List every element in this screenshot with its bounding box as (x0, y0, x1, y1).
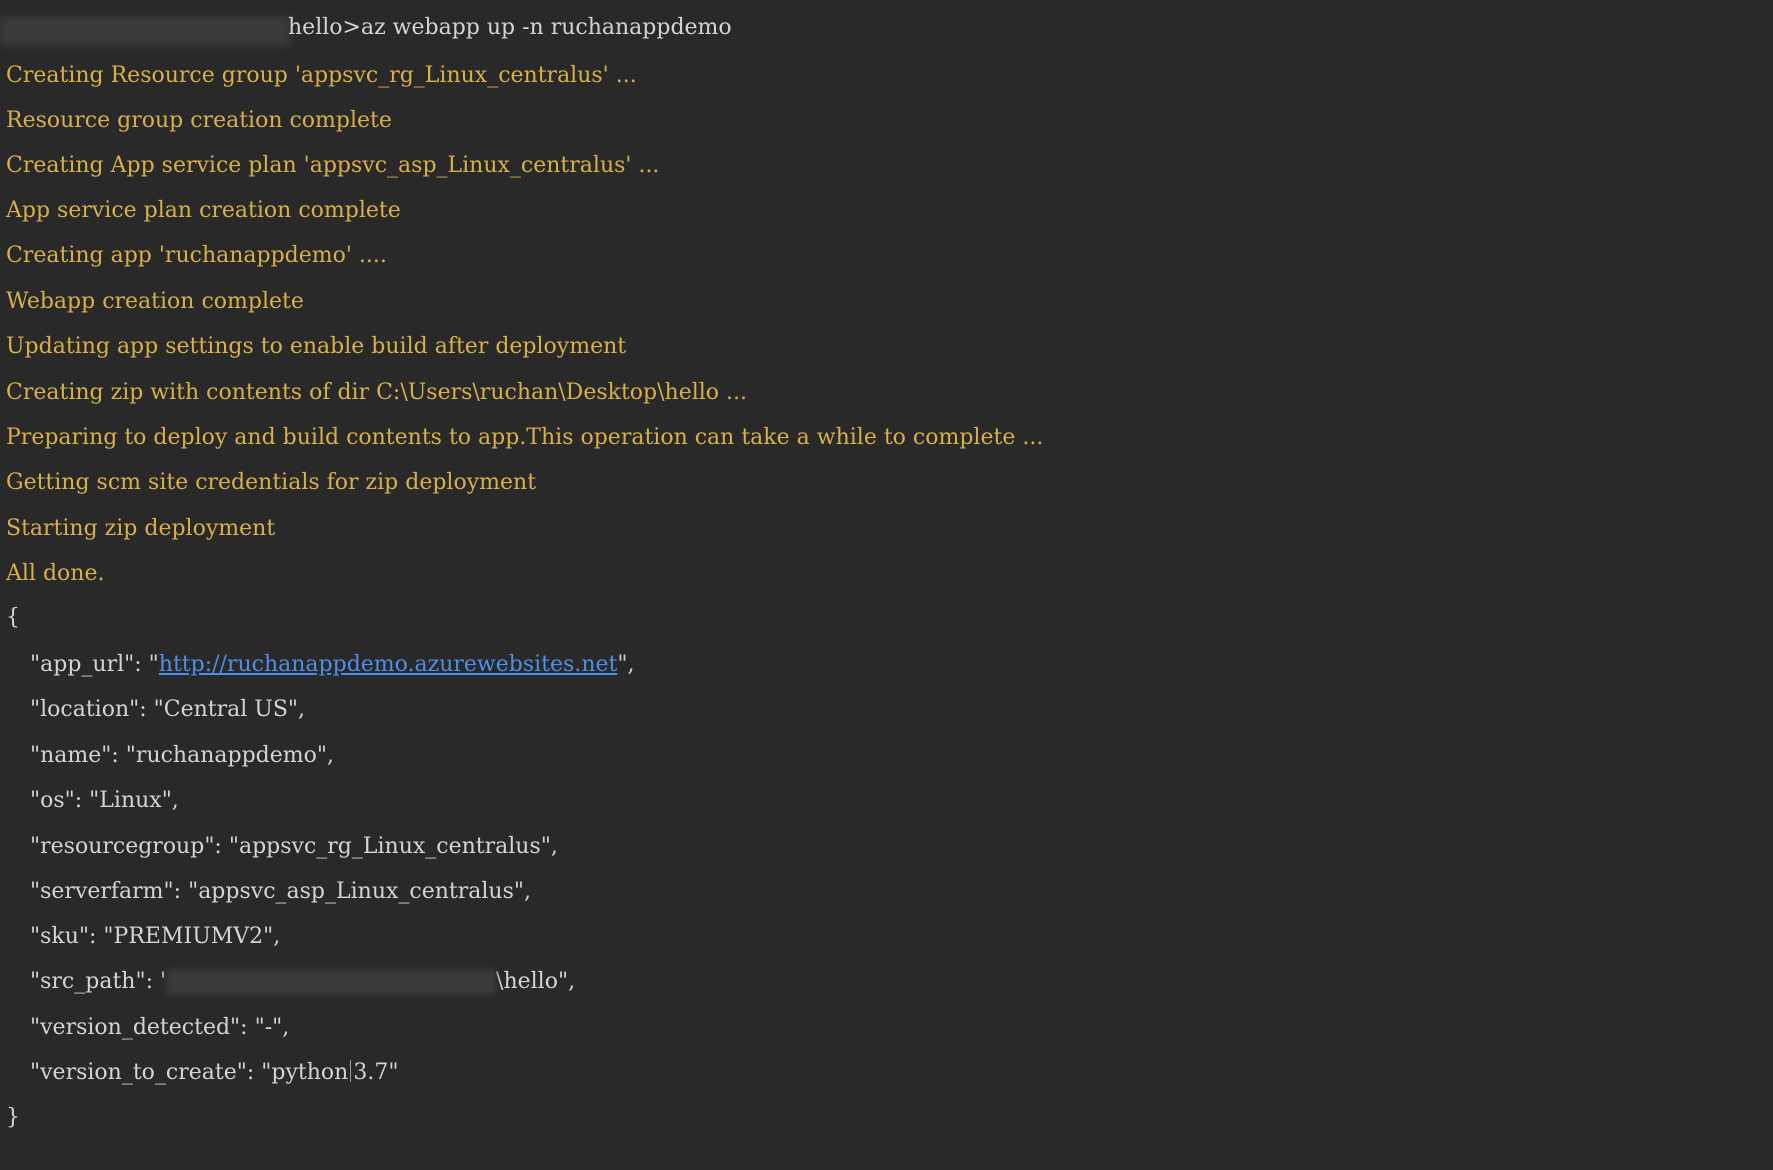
log-line: Webapp creation complete (6, 289, 304, 314)
json-version-to-create-end: 3.7" (353, 1060, 399, 1085)
log-line: Creating App service plan 'appsvc_asp_Li… (6, 153, 660, 178)
json-key-app-url: "app_url": " (30, 652, 159, 677)
command-text: az webapp up -n ruchanappdemo (360, 15, 732, 40)
prompt-suffix: hello> (288, 15, 361, 40)
log-line: Creating Resource group 'appsvc_rg_Linux… (6, 63, 637, 88)
log-line: Getting scm site credentials for zip dep… (6, 470, 537, 495)
redacted-prompt-path (0, 16, 290, 46)
json-close-brace: } (6, 1105, 20, 1130)
redacted-src-path (166, 969, 497, 995)
json-key-src-path: "src_path": ' (30, 969, 167, 994)
json-src-path-line: "src_path": ' \hello", (30, 967, 575, 997)
log-line: All done. (6, 561, 105, 586)
json-serverfarm-line: "serverfarm": "appsvc_asp_Linux_centralu… (30, 879, 531, 904)
command-line: hello>az webapp up -n ruchanappdemo (288, 13, 732, 43)
json-app-url-end: ", (617, 652, 635, 677)
log-line: Resource group creation complete (6, 108, 392, 133)
json-location-line: "location": "Central US", (30, 697, 306, 722)
log-line: Creating zip with contents of dir C:\Use… (6, 380, 748, 405)
json-version-to-create-line: "version_to_create": "python 3.7" (30, 1058, 398, 1088)
json-resourcegroup-line: "resourcegroup": "appsvc_rg_Linux_centra… (30, 834, 558, 859)
json-name-line: "name": "ruchanappdemo", (30, 743, 334, 768)
app-url-link[interactable]: http://ruchanappdemo.azurewebsites.net (159, 652, 618, 677)
log-line: Updating app settings to enable build af… (6, 334, 627, 359)
json-src-path-end: \hello", (496, 969, 576, 994)
log-line: Starting zip deployment (6, 516, 276, 541)
json-app-url-line: "app_url": "http://ruchanappdemo.azurewe… (30, 650, 634, 680)
log-line: App service plan creation complete (6, 198, 401, 223)
text-cursor (350, 1060, 352, 1082)
json-version-detected-line: "version_detected": "-", (30, 1015, 290, 1040)
log-line: Preparing to deploy and build contents t… (6, 425, 1044, 450)
json-sku-line: "sku": "PREMIUMV2", (30, 924, 281, 949)
json-version-to-create-start: "version_to_create": "python (30, 1060, 349, 1085)
terminal-window[interactable]: hello>az webapp up -n ruchanappdemo Crea… (0, 0, 1773, 1170)
json-open-brace: { (6, 605, 20, 630)
json-os-line: "os": "Linux", (30, 788, 179, 813)
log-line: Creating app 'ruchanappdemo' .... (6, 243, 387, 268)
